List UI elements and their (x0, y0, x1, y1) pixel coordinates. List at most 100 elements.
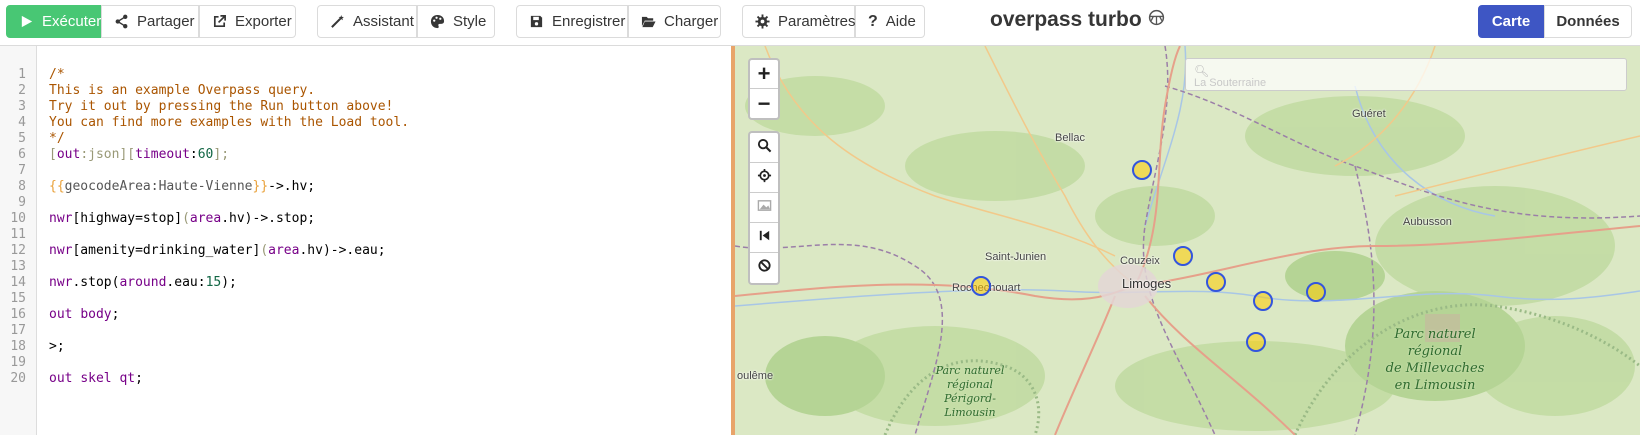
folder-open-icon (641, 14, 656, 29)
line-number: 12 (10, 243, 26, 258)
line-number: 19 (10, 355, 26, 370)
save-label: Enregistrer (552, 13, 626, 30)
share-icon (114, 14, 129, 29)
run-button[interactable]: Exécuter (6, 5, 101, 38)
brand-text: overpass turbo (990, 8, 1142, 31)
wizard-label: Assistant (353, 13, 414, 30)
place-label: Aubusson (1403, 216, 1452, 228)
place-label: oulême (737, 370, 774, 382)
image-export-button[interactable] (750, 193, 778, 223)
line-number: 9 (18, 195, 26, 210)
code-line: */ (49, 131, 65, 146)
code-line: This is an example Overpass query. (49, 83, 316, 98)
place-label: Guéret (1352, 108, 1386, 120)
app-title: overpass turbo (990, 8, 1165, 32)
map-background (735, 46, 1640, 435)
map-view[interactable]: 🔍︎ La Souterraine + − Bellac Guéret Aubu… (735, 46, 1640, 435)
load-label: Charger (664, 13, 719, 30)
map-search-placeholder: La Souterraine (1194, 77, 1267, 89)
code-line: out body; (49, 307, 120, 322)
search-icon: 🔍︎ (1194, 64, 1210, 78)
line-number-gutter: 1 2 3 4 5 6 7 8 9 10 11 12 13 14 15 16 1… (0, 46, 37, 435)
toolbar: Exécuter Partager Exporter Assistant Sty… (0, 0, 1640, 46)
ban-icon (757, 258, 772, 278)
line-number: 8 (18, 179, 26, 194)
line-number: 4 (18, 115, 26, 130)
line-number: 15 (10, 291, 26, 306)
park-label: Parc naturel régional Périgord- Limousin (935, 364, 1005, 419)
help-label: Aide (885, 13, 916, 30)
settings-label: Paramètres (778, 13, 856, 30)
line-number: 2 (18, 83, 26, 98)
map-tools-control (748, 131, 780, 285)
image-icon (757, 198, 772, 218)
style-label: Style (453, 13, 487, 30)
park-label: Parc naturel régional de Millevaches en … (1385, 327, 1485, 393)
line-number: 16 (10, 307, 26, 322)
tab-data[interactable]: Données (1544, 5, 1632, 38)
result-marker[interactable] (1246, 332, 1266, 352)
zoom-out-button[interactable]: − (750, 89, 778, 118)
map-search-button[interactable] (750, 133, 778, 163)
line-number: 20 (10, 371, 26, 386)
code-line: You can find more examples with the Load… (49, 115, 410, 130)
external-link-icon (212, 14, 227, 29)
code-line: [out:json][timeout:60]; (49, 147, 230, 162)
crosshair-icon (757, 168, 772, 188)
line-number: 5 (18, 131, 26, 146)
line-number: 3 (18, 99, 26, 114)
run-label: Exécuter (42, 13, 102, 30)
map-search-input[interactable]: 🔍︎ La Souterraine (1185, 58, 1627, 91)
line-number: 10 (10, 211, 26, 226)
settings-button[interactable]: Paramètres (742, 5, 856, 38)
style-button[interactable]: Style (417, 5, 495, 38)
overpass-logo-icon (1148, 8, 1165, 32)
code-line: {{geocodeArea:Haute-Vienne}}->.hv; (49, 179, 316, 194)
code-editor[interactable]: 1 2 3 4 5 6 7 8 9 10 11 12 13 14 15 16 1… (0, 46, 733, 435)
zoom-control: + − (748, 58, 780, 120)
load-button[interactable]: Charger (628, 5, 721, 38)
tab-map-label: Carte (1491, 13, 1531, 30)
line-number: 7 (18, 163, 26, 178)
result-marker[interactable] (1132, 160, 1152, 180)
wizard-button[interactable]: Assistant (317, 5, 417, 38)
export-button[interactable]: Exporter (199, 5, 296, 38)
locate-button[interactable] (750, 163, 778, 193)
place-label: Couzeix (1120, 255, 1160, 267)
play-icon (19, 14, 34, 29)
clear-map-button[interactable] (750, 253, 778, 283)
line-number: 6 (18, 147, 26, 162)
code-line: out skel qt; (49, 371, 143, 386)
line-number: 17 (10, 323, 26, 338)
share-button[interactable]: Partager (101, 5, 199, 38)
result-marker[interactable] (1206, 272, 1226, 292)
zoom-in-button[interactable]: + (750, 60, 778, 89)
result-marker[interactable] (971, 276, 991, 296)
tab-map[interactable]: Carte (1478, 5, 1544, 38)
line-number: 1 (18, 67, 26, 82)
magic-wand-icon (330, 14, 345, 29)
code-line: nwr[amenity=drinking_water](area.hv)->.e… (49, 243, 386, 258)
result-marker[interactable] (1173, 246, 1193, 266)
code-line: /* (49, 67, 65, 82)
zoom-to-data-button[interactable] (750, 223, 778, 253)
question-icon: ? (868, 12, 878, 30)
code-line: Try it out by pressing the Run button ab… (49, 99, 394, 114)
help-button[interactable]: ? Aide (855, 5, 925, 38)
place-label: Bellac (1055, 132, 1085, 144)
code-line: nwr.stop(around.eau:15); (49, 275, 237, 290)
result-marker[interactable] (1253, 291, 1273, 311)
result-marker[interactable] (1306, 282, 1326, 302)
share-label: Partager (137, 13, 195, 30)
line-number: 14 (10, 275, 26, 290)
place-label: Limoges (1122, 276, 1172, 291)
palette-icon (430, 14, 445, 29)
line-number: 11 (10, 227, 26, 242)
search-icon (757, 138, 772, 158)
save-button[interactable]: Enregistrer (516, 5, 628, 38)
floppy-disk-icon (529, 14, 544, 29)
place-label: Saint-Junien (985, 251, 1047, 263)
step-backward-icon (757, 228, 772, 248)
export-label: Exporter (235, 13, 292, 30)
code-line: nwr[highway=stop](area.hv)->.stop; (49, 211, 316, 226)
